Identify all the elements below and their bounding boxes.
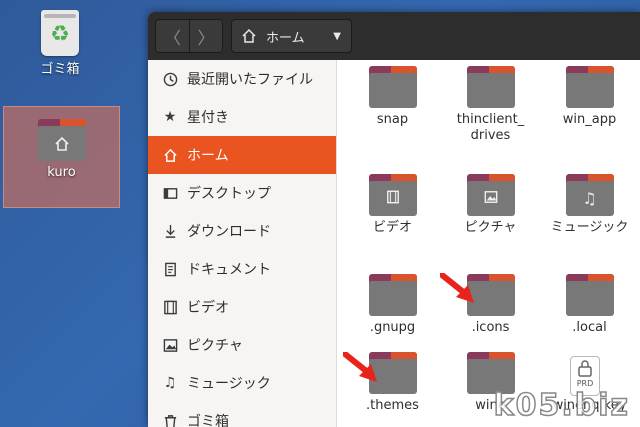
clock-icon <box>161 70 179 88</box>
sidebar-item-videos[interactable]: ビデオ <box>148 288 336 326</box>
folder-item[interactable]: .local <box>542 268 637 336</box>
folder-item[interactable]: win_app <box>542 60 637 128</box>
sidebar: 最近開いたファイル ★ 星付き ホーム デスクトップ ダウンロード ドキュメント… <box>148 60 337 427</box>
home-icon <box>232 28 266 44</box>
folder-item[interactable]: ♫ ミュージック <box>542 168 637 236</box>
music-note-icon: ♫ <box>582 188 597 208</box>
lock-badge-text: PRD <box>576 379 594 388</box>
sidebar-item-label: 最近開いたファイル <box>187 72 313 88</box>
sidebar-item-label: ゴミ箱 <box>187 414 229 427</box>
header-bar: 〈 〉 ホーム ▼ <box>148 12 640 60</box>
folder-icon: ♫ <box>565 174 614 216</box>
sidebar-item-label: ビデオ <box>187 300 229 316</box>
folder-name: .local <box>572 320 607 335</box>
desktop-icon <box>161 184 179 202</box>
picture-icon <box>161 336 179 354</box>
folder-icon <box>368 174 417 216</box>
folder-name: ピクチャ <box>464 220 517 235</box>
trash-icon <box>161 412 179 427</box>
sidebar-item-label: ミュージック <box>187 376 271 392</box>
folder-name: .icons <box>471 320 510 335</box>
folder-icon <box>368 274 417 316</box>
sidebar-item-pictures[interactable]: ピクチャ <box>148 326 336 364</box>
folder-item[interactable]: ピクチャ <box>443 168 538 236</box>
trash-icon: ♻ <box>41 10 79 56</box>
watermark: k05.biz <box>493 387 630 424</box>
sidebar-item-documents[interactable]: ドキュメント <box>148 250 336 288</box>
chevron-down-icon[interactable]: ▼ <box>333 31 341 42</box>
path-bar-label: ホーム <box>266 30 305 46</box>
document-icon <box>161 260 179 278</box>
sidebar-item-recent[interactable]: 最近開いたファイル <box>148 60 336 98</box>
forward-button[interactable]: 〉 <box>189 20 222 52</box>
folder-icon <box>466 66 515 108</box>
sidebar-item-music[interactable]: ♫ ミュージック <box>148 364 336 402</box>
sidebar-item-label: デスクトップ <box>187 186 271 202</box>
folder-name: .gnupg <box>369 320 416 335</box>
desktop-trash[interactable]: ♻ ゴミ箱 <box>14 8 106 77</box>
music-icon: ♫ <box>163 375 177 391</box>
sidebar-item-home[interactable]: ホーム <box>148 136 336 174</box>
folder-name: thinclient_ drives <box>456 112 525 143</box>
desktop-home-folder[interactable]: kuro <box>3 106 120 208</box>
desktop-home-label: kuro <box>47 165 76 180</box>
download-icon <box>161 222 179 240</box>
back-icon: 〈 <box>164 28 181 49</box>
folder-item[interactable]: snap <box>345 60 440 128</box>
folder-name: ビデオ <box>372 220 412 235</box>
folder-item[interactable]: thinclient_ drives <box>443 60 538 144</box>
folder-name: ミュージック <box>550 220 629 235</box>
sidebar-item-desktop[interactable]: デスクトップ <box>148 174 336 212</box>
sidebar-item-label: ドキュメント <box>187 262 271 278</box>
sidebar-item-label: ホーム <box>187 148 229 164</box>
folder-icon <box>466 174 515 216</box>
folder-item[interactable]: ビデオ <box>345 168 440 236</box>
sidebar-item-label: 星付き <box>187 110 229 126</box>
path-bar-home[interactable]: ホーム ▼ <box>231 19 352 53</box>
file-manager-window: 〈 〉 ホーム ▼ 最近開いたファイル ★ 星付き ホーム デスクトップ ダウン… <box>148 12 640 427</box>
sidebar-item-label: ピクチャ <box>187 338 243 354</box>
annotation-arrow <box>343 352 377 382</box>
folder-name: win_app <box>562 112 617 127</box>
folder-icon <box>368 66 417 108</box>
sidebar-item-starred[interactable]: ★ 星付き <box>148 98 336 136</box>
file-grid: snap thinclient_ drives win_app ビデオ ピクチャ… <box>338 60 640 427</box>
sidebar-item-label: ダウンロード <box>187 224 271 240</box>
video-icon <box>161 298 179 316</box>
forward-icon: 〉 <box>197 28 215 49</box>
folder-name: snap <box>376 112 409 127</box>
sidebar-item-downloads[interactable]: ダウンロード <box>148 212 336 250</box>
back-button[interactable]: 〈 <box>156 20 189 52</box>
picture-icon <box>484 190 498 207</box>
nav-buttons: 〈 〉 <box>155 19 223 53</box>
home-icon <box>161 146 179 164</box>
folder-name: .themes <box>366 398 419 413</box>
home-folder-icon <box>37 119 86 161</box>
sidebar-item-trash[interactable]: ゴミ箱 <box>148 402 336 427</box>
desktop-trash-label: ゴミ箱 <box>40 62 80 77</box>
star-icon: ★ <box>163 109 177 125</box>
folder-item[interactable]: .gnupg <box>345 268 440 336</box>
film-icon <box>386 190 400 207</box>
folder-icon <box>565 274 614 316</box>
folder-icon <box>565 66 614 108</box>
annotation-arrow <box>440 273 474 303</box>
